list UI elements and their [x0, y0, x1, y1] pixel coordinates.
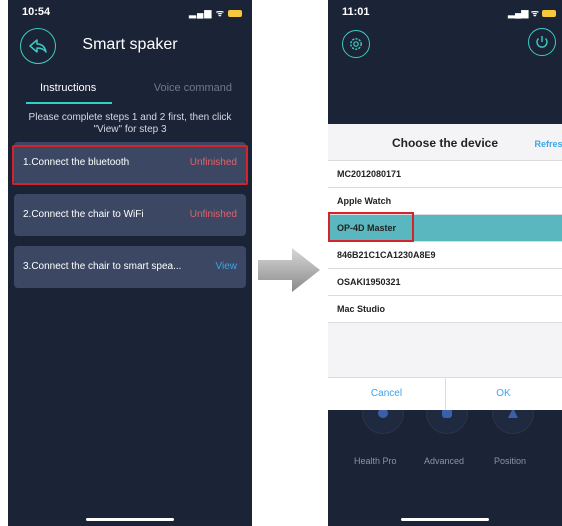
home-indicator	[401, 518, 489, 521]
ok-button[interactable]: OK	[445, 378, 562, 410]
device-item[interactable]: MC2012080171	[328, 160, 562, 187]
tab-underline	[26, 102, 112, 104]
mode-label: Position	[494, 456, 527, 466]
step-label: 2.Connect the chair to WiFi	[23, 209, 144, 220]
dialog-buttons: Cancel OK	[328, 377, 562, 410]
tab-voice-command[interactable]: Voice command	[154, 82, 232, 94]
instruction-hint: Please complete steps 1 and 2 first, the…	[28, 112, 232, 135]
status-time: 11:01	[342, 6, 370, 18]
settings-button[interactable]	[342, 30, 370, 58]
device-item[interactable]: Mac Studio	[328, 295, 562, 323]
page-title: Smart spaker	[82, 36, 178, 53]
power-icon	[536, 36, 548, 48]
choose-device-dialog: Choose the device Refresh MC2012080171 A…	[328, 124, 562, 410]
step-connect-wifi[interactable]: 2.Connect the chair to WiFi Unfinished	[14, 194, 246, 236]
status-bar: 11:01 ▂▄▆ ᯤ	[342, 6, 556, 20]
highlight-box	[12, 145, 248, 185]
signal-wifi-battery-icon: ▂▄▆ ᯤ	[508, 6, 556, 19]
mode-label: Health Pro	[354, 456, 397, 466]
step-label: 3.Connect the chair to smart spea...	[23, 261, 182, 272]
gear-icon	[350, 38, 362, 50]
right-phone-screen: 11:01 ▂▄▆ ᯤ Health Pro Advanced Position…	[328, 0, 562, 526]
cancel-button[interactable]: Cancel	[328, 378, 446, 410]
step-status: Unfinished	[189, 209, 237, 220]
power-button[interactable]	[528, 28, 556, 56]
step-connect-smart-speaker[interactable]: 3.Connect the chair to smart spea... Vie…	[14, 246, 246, 288]
refresh-button[interactable]: Refresh	[534, 139, 562, 149]
signal-wifi-battery-icon: ▂▄▆ ᯤ	[189, 6, 242, 19]
mode-label: Advanced	[424, 456, 465, 466]
tab-bar: Instructions Voice command	[20, 82, 240, 104]
arrow-right-icon	[258, 248, 320, 292]
device-item[interactable]: OSAKI1950321	[328, 268, 562, 295]
left-phone-screen: 10:54 ▂▄▆ ᯤ Smart spaker Instructions Vo…	[8, 0, 252, 526]
device-item[interactable]: Apple Watch	[328, 187, 562, 214]
status-time: 10:54	[22, 6, 51, 18]
highlight-box	[328, 212, 414, 242]
tab-instructions[interactable]: Instructions	[40, 82, 96, 94]
status-bar: 10:54 ▂▄▆ ᯤ	[18, 6, 242, 20]
view-link[interactable]: View	[216, 261, 238, 272]
dialog-title: Choose the device	[391, 136, 499, 150]
home-indicator	[86, 518, 174, 521]
device-item[interactable]: 846B21C1CA1230A8E9	[328, 241, 562, 268]
